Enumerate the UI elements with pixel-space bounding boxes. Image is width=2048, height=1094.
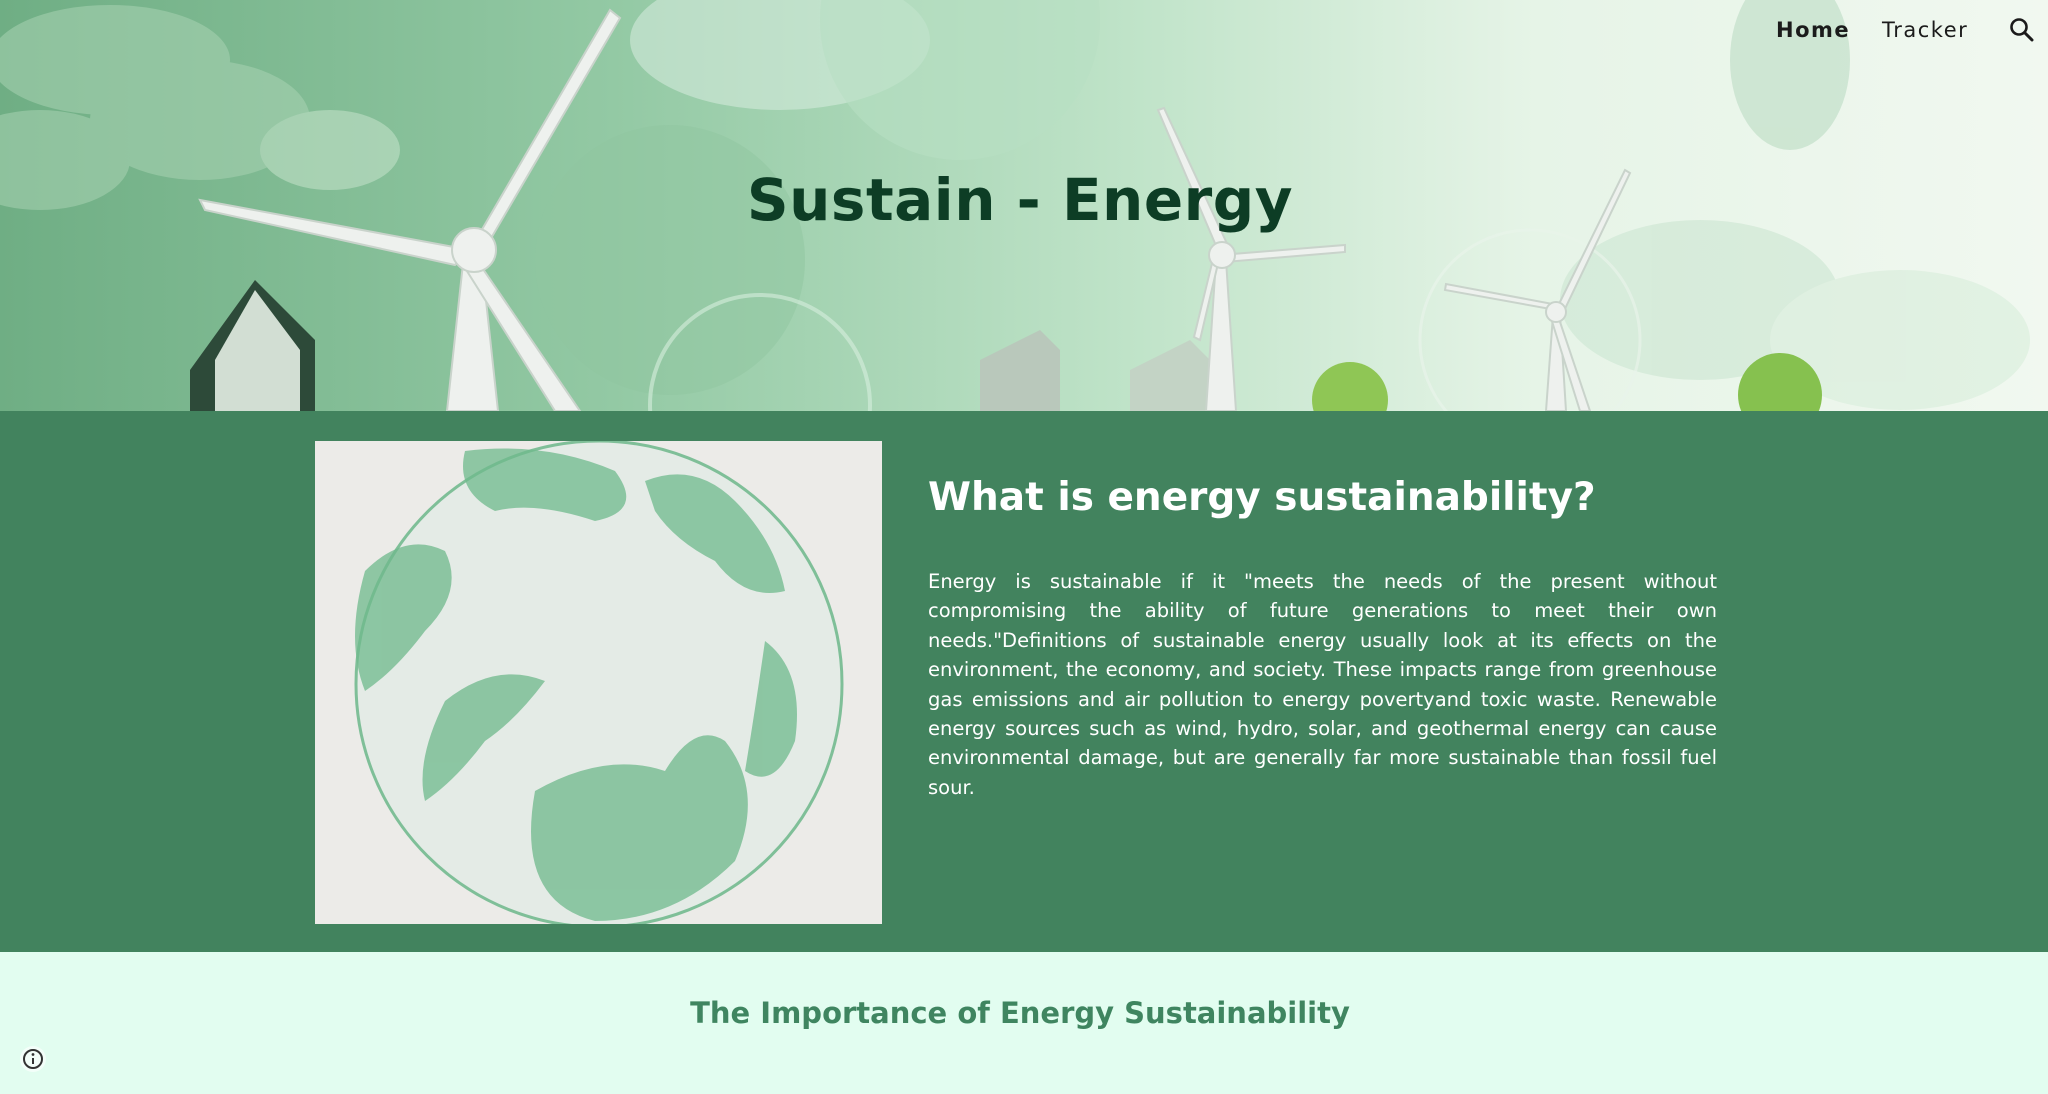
intro-body-text: Energy is sustainable if it "meets the n… [928, 570, 1717, 799]
intro-heading: What is energy sustainability? [928, 475, 1596, 520]
watercolor-globe-image [315, 441, 882, 924]
nav-link-tracker[interactable]: Tracker [1882, 14, 1968, 46]
importance-heading: The Importance of Energy Sustainability [690, 996, 1350, 1030]
intro-section: What is energy sustainability? Energy is… [0, 411, 2048, 952]
search-icon[interactable] [2008, 16, 2036, 44]
importance-section: The Importance of Energy Sustainability [0, 952, 2048, 1094]
nav-link-home[interactable]: Home [1776, 14, 1850, 46]
hero-banner: Home Tracker Sustain - Energy [0, 0, 2048, 411]
info-icon[interactable] [18, 1044, 48, 1074]
page-title: Sustain - Energy [746, 166, 1294, 234]
